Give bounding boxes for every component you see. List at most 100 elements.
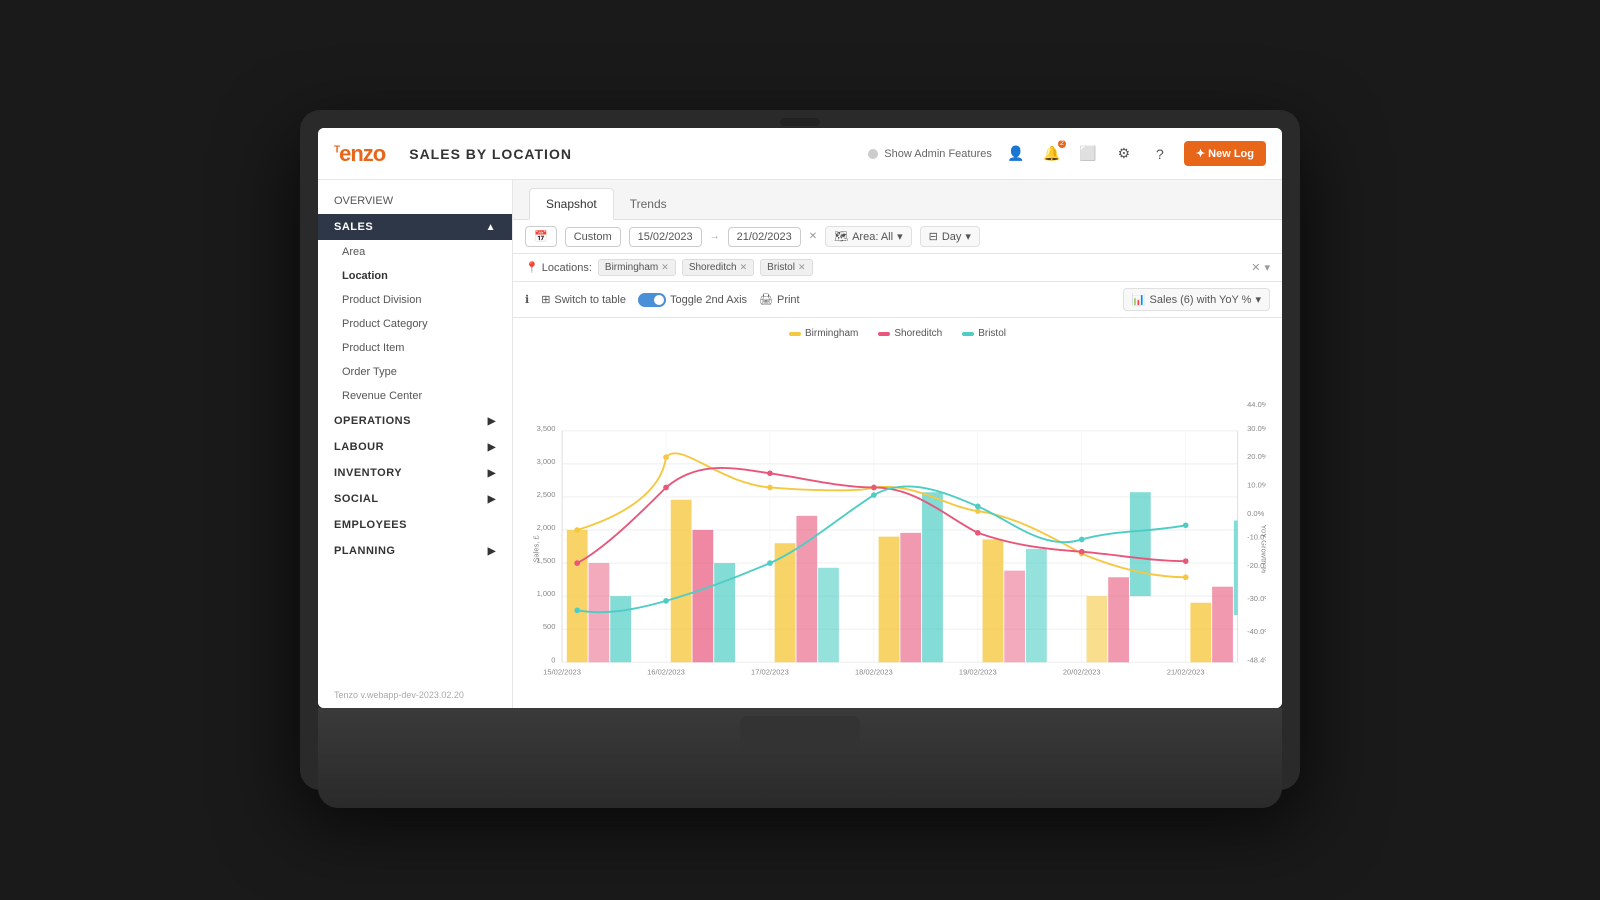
chart-area: Birmingham Shoreditch Bristol — [513, 318, 1282, 708]
locations-label: 📍 Locations: — [525, 261, 592, 274]
version-text: Tenzo v.webapp-dev-2023.02.20 — [318, 682, 512, 708]
tab-snapshot[interactable]: Snapshot — [529, 188, 614, 220]
clear-locations-btn[interactable]: ✕ — [1251, 261, 1260, 274]
svg-text:18/02/2023: 18/02/2023 — [855, 668, 893, 677]
table-icon: ⊞ — [541, 293, 550, 306]
legend-birmingham: Birmingham — [789, 328, 858, 339]
svg-text:3,500: 3,500 — [537, 424, 556, 433]
remove-shoreditch[interactable]: ✕ — [740, 262, 748, 273]
toggle-switch[interactable] — [638, 293, 666, 307]
svg-text:3,000: 3,000 — [537, 457, 556, 466]
new-log-button[interactable]: ✦ New Log — [1184, 141, 1266, 166]
area-chevron: ▾ — [897, 230, 903, 243]
sidebar-section-operations[interactable]: OPERATIONS ▶ — [318, 408, 512, 434]
area-icon: 🗺 — [834, 230, 848, 243]
sidebar-item-product-division[interactable]: Product Division — [318, 288, 512, 312]
legend-shoreditch: Shoreditch — [878, 328, 942, 339]
svg-text:30.0%: 30.0% — [1247, 424, 1266, 433]
labour-chevron: ▶ — [488, 442, 496, 453]
sidebar-item-location[interactable]: Location — [318, 264, 512, 288]
sidebar-item-product-item[interactable]: Product Item — [318, 336, 512, 360]
svg-text:1,000: 1,000 — [537, 589, 556, 598]
granularity-chevron: ▾ — [965, 230, 971, 243]
user-icon[interactable]: 👤 — [1004, 142, 1028, 166]
toggle-2nd-axis-btn[interactable]: Toggle 2nd Axis — [638, 293, 747, 307]
tabs-bar: Snapshot Trends — [513, 180, 1282, 220]
legend-bristol: Bristol — [962, 328, 1006, 339]
remove-bristol[interactable]: ✕ — [798, 262, 806, 273]
svg-text:19/02/2023: 19/02/2023 — [959, 668, 997, 677]
sidebar-section-employees[interactable]: EMPLOYEES — [318, 512, 512, 538]
sidebar-section-social[interactable]: SOCIAL ▶ — [318, 486, 512, 512]
svg-text:17/02/2023: 17/02/2023 — [751, 668, 789, 677]
calendar-icon-btn[interactable]: 📅 — [525, 226, 557, 247]
date-type-filter[interactable]: Custom — [565, 227, 621, 247]
sidebar-item-product-category[interactable]: Product Category — [318, 312, 512, 336]
chart-svg: 0 500 1,000 1,500 2,000 2,500 3,000 3,50… — [529, 345, 1266, 708]
date-to-input[interactable]: 21/02/2023 — [728, 227, 801, 247]
granularity-filter[interactable]: ⊟ Day ▾ — [920, 226, 980, 247]
location-tag-shoreditch[interactable]: Shoreditch ✕ — [682, 259, 754, 276]
print-btn[interactable]: 🖨 Print — [759, 293, 800, 306]
operations-chevron: ▶ — [488, 416, 496, 427]
notification-badge: 2 — [1058, 140, 1066, 148]
filter-bar: 📅 Custom 15/02/2023 → 21/02/2023 ✕ — [513, 220, 1282, 254]
svg-text:-48.4%: -48.4% — [1247, 655, 1266, 664]
app-logo: Tenzo — [334, 141, 385, 167]
sidebar-section-inventory[interactable]: INVENTORY ▶ — [318, 460, 512, 486]
svg-text:-30.0%: -30.0% — [1247, 594, 1266, 603]
chart-legend: Birmingham Shoreditch Bristol — [529, 328, 1266, 339]
chart-container: 0 500 1,000 1,500 2,000 2,500 3,000 3,50… — [529, 345, 1266, 708]
print-icon: 🖨 — [759, 293, 773, 306]
svg-text:15/02/2023: 15/02/2023 — [543, 668, 581, 677]
filter-icon: ⊟ — [929, 230, 938, 243]
remove-birmingham[interactable]: ✕ — [661, 262, 669, 273]
sidebar-item-order-type[interactable]: Order Type — [318, 360, 512, 384]
date-clear-btn[interactable]: ✕ — [809, 231, 817, 242]
svg-text:-40.0%: -40.0% — [1247, 627, 1266, 636]
svg-text:Sales, £: Sales, £ — [531, 534, 540, 562]
sidebar-item-revenue-center[interactable]: Revenue Center — [318, 384, 512, 408]
admin-toggle[interactable]: Show Admin Features — [868, 148, 992, 160]
svg-text:44.0%: 44.0% — [1247, 400, 1266, 409]
tablet-icon[interactable]: ⬜ — [1076, 142, 1100, 166]
content-area: Snapshot Trends 📅 Custom 15/02/20 — [513, 180, 1282, 708]
admin-toggle-dot — [868, 149, 878, 159]
settings-icon[interactable]: ⚙ — [1112, 142, 1136, 166]
location-tag-bristol[interactable]: Bristol ✕ — [760, 259, 812, 276]
dropdown-chevron: ▾ — [1255, 293, 1261, 306]
svg-text:21/02/2023: 21/02/2023 — [1167, 668, 1205, 677]
svg-text:10.0%: 10.0% — [1247, 480, 1266, 489]
location-tag-birmingham[interactable]: Birmingham ✕ — [598, 259, 676, 276]
switch-to-table-btn[interactable]: ⊞ Switch to table — [541, 293, 626, 306]
trackpad — [740, 716, 860, 751]
location-bar: 📍 Locations: Birmingham ✕ Shoreditch ✕ B… — [513, 254, 1282, 282]
social-chevron: ▶ — [488, 494, 496, 505]
date-arrow: → — [710, 231, 720, 242]
svg-text:2,500: 2,500 — [537, 490, 556, 499]
tab-trends[interactable]: Trends — [614, 189, 683, 219]
sidebar-section-sales[interactable]: SALES ▲ — [318, 214, 512, 240]
svg-text:YoY Growth %: YoY Growth % — [1259, 525, 1266, 574]
inventory-chevron: ▶ — [488, 468, 496, 479]
svg-text:20/02/2023: 20/02/2023 — [1063, 668, 1101, 677]
date-from-input[interactable]: 15/02/2023 — [629, 227, 702, 247]
svg-text:500: 500 — [543, 622, 556, 631]
sales-chevron: ▲ — [486, 222, 496, 233]
info-btn[interactable]: ℹ — [525, 293, 529, 306]
area-filter[interactable]: 🗺 Area: All ▾ — [825, 226, 911, 247]
sidebar: OVERVIEW SALES ▲ Area Location Product D… — [318, 180, 513, 708]
sales-metric-dropdown[interactable]: 📊 Sales (6) with YoY % ▾ — [1123, 288, 1270, 311]
chart-toolbar: ℹ ⊞ Switch to table Toggle 2nd Axis 🖨 Pr… — [513, 282, 1282, 318]
sidebar-overview[interactable]: OVERVIEW — [318, 188, 512, 214]
help-icon[interactable]: ? — [1148, 142, 1172, 166]
svg-text:20.0%: 20.0% — [1247, 452, 1266, 461]
sidebar-item-area[interactable]: Area — [318, 240, 512, 264]
chart-icon: 📊 — [1132, 293, 1146, 306]
page-title: SALES BY LOCATION — [409, 146, 572, 162]
notification-icon[interactable]: 🔔 2 — [1040, 142, 1064, 166]
sidebar-section-labour[interactable]: LABOUR ▶ — [318, 434, 512, 460]
sidebar-section-planning[interactable]: PLANNING ▶ — [318, 538, 512, 564]
expand-locations-btn[interactable]: ▾ — [1264, 261, 1270, 274]
svg-text:16/02/2023: 16/02/2023 — [647, 668, 685, 677]
